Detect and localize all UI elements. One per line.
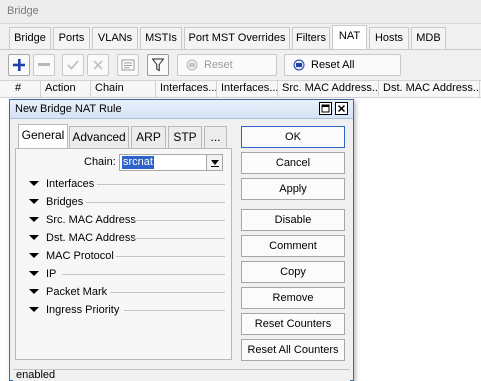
section-divider — [116, 256, 225, 257]
dialog-tab-more[interactable]: ... — [204, 126, 227, 148]
disable-button[interactable] — [87, 54, 109, 76]
reset-all-counters-icon — [293, 59, 305, 71]
enable-button[interactable] — [62, 54, 84, 76]
section-label: MAC Protocol — [46, 250, 114, 262]
close-button[interactable] — [335, 102, 348, 115]
tab-hosts[interactable]: Hosts — [369, 27, 409, 49]
section-label: Interfaces — [46, 178, 95, 190]
section-label: Src. MAC Address — [46, 214, 136, 226]
copy-button[interactable]: Copy — [241, 261, 345, 283]
x-icon — [93, 60, 103, 70]
section-divider — [134, 238, 225, 239]
expand-arrow-icon — [29, 307, 39, 312]
section-dst-mac-address[interactable]: Dst. MAC Address — [20, 231, 225, 245]
expand-arrow-icon — [29, 181, 39, 186]
section-divider — [110, 292, 225, 293]
expand-arrow-icon — [29, 217, 39, 222]
column-out-interfaces[interactable]: Interfaces... — [217, 80, 278, 98]
chain-value[interactable]: srcnat — [122, 156, 154, 169]
column-chain[interactable]: Chain — [91, 80, 156, 98]
remove-rule-button[interactable]: Remove — [241, 287, 345, 309]
minus-icon — [38, 63, 50, 66]
tab-vlans[interactable]: VLANs — [92, 27, 138, 49]
dialog-tab-arp[interactable]: ARP — [131, 126, 166, 148]
comment-button[interactable] — [117, 54, 139, 76]
chain-dropdown-button[interactable] — [206, 155, 222, 170]
ok-button[interactable]: OK — [241, 126, 345, 148]
apply-button[interactable]: Apply — [241, 178, 345, 200]
tab-mstis[interactable]: MSTIs — [140, 27, 182, 49]
expand-arrow-icon — [29, 199, 39, 204]
check-icon — [67, 60, 79, 70]
section-src-mac-address[interactable]: Src. MAC Address — [20, 213, 225, 227]
section-mac-protocol[interactable]: MAC Protocol — [20, 249, 225, 263]
tab-bridge[interactable]: Bridge — [9, 27, 51, 49]
column-action[interactable]: Action — [41, 80, 91, 98]
filter-button[interactable] — [147, 54, 169, 76]
tab-filters[interactable]: Filters — [292, 27, 330, 49]
section-label: Ingress Priority — [46, 304, 120, 316]
reset-all-counters-button[interactable]: Reset All Counters — [284, 54, 401, 91]
dialog-title: New Bridge NAT Rule — [15, 103, 122, 115]
dialog-tab-stp[interactable]: STP — [168, 126, 202, 148]
tab-mdb[interactable]: MDB — [411, 27, 446, 49]
section-divider — [62, 274, 225, 275]
section-label: Packet Mark — [46, 286, 108, 298]
note-icon — [121, 59, 135, 71]
section-label: Dst. MAC Address — [46, 232, 136, 244]
column-dst-mac[interactable]: Dst. MAC Address... — [379, 80, 480, 98]
funnel-icon — [152, 58, 164, 72]
reset-counters-icon — [186, 59, 198, 71]
chain-label: Chain: — [84, 156, 116, 168]
dialog-reset-counters-button[interactable]: Reset Counters — [241, 313, 345, 335]
dialog-status-bar — [13, 369, 350, 381]
dialog-tab-general[interactable]: General — [18, 124, 68, 149]
section-divider — [97, 184, 225, 185]
dialog-reset-all-counters-button[interactable]: Reset All Counters — [241, 339, 345, 361]
section-ingress-priority[interactable]: Ingress Priority — [20, 303, 225, 317]
section-packet-mark[interactable]: Packet Mark — [20, 285, 225, 299]
bridge-window-titlebar[interactable] — [0, 0, 481, 24]
section-label: Bridges — [46, 196, 84, 208]
section-divider — [134, 220, 225, 221]
expand-arrow-icon — [29, 235, 39, 240]
add-button[interactable] — [8, 54, 30, 76]
section-label: IP — [46, 268, 57, 280]
column-src-mac[interactable]: Src. MAC Address... — [278, 80, 379, 98]
remove-button[interactable] — [33, 54, 55, 76]
tab-port-mst-overrides[interactable]: Port MST Overrides — [184, 27, 290, 49]
reset-counters-button[interactable]: Reset Counters — [177, 54, 277, 91]
column-number[interactable]: # — [0, 80, 41, 98]
tabs-divider — [0, 49, 481, 50]
expand-arrow-icon — [29, 289, 39, 294]
cancel-button[interactable]: Cancel — [241, 152, 345, 174]
section-interfaces[interactable]: Interfaces — [20, 177, 225, 191]
status-text: enabled — [16, 369, 56, 381]
section-ip[interactable]: IP — [20, 267, 225, 281]
disable-rule-button[interactable]: Disable — [241, 209, 345, 231]
plus-icon — [13, 59, 25, 71]
expand-arrow-icon — [29, 271, 39, 276]
comment-rule-button[interactable]: Comment — [241, 235, 345, 257]
column-in-interfaces[interactable]: Interfaces... — [156, 80, 217, 98]
maximize-icon — [321, 104, 330, 113]
expand-arrow-icon — [29, 253, 39, 258]
dialog-tab-advanced[interactable]: Advanced — [69, 126, 129, 148]
chevron-down-icon — [211, 160, 219, 167]
section-bridges[interactable]: Bridges — [20, 195, 225, 209]
maximize-button[interactable] — [319, 102, 332, 115]
tab-ports[interactable]: Ports — [53, 27, 90, 49]
close-icon — [337, 104, 346, 113]
section-divider — [86, 202, 225, 203]
bridge-window-title: Bridge — [7, 5, 39, 17]
tab-nat[interactable]: NAT — [332, 25, 367, 50]
section-divider — [124, 310, 225, 311]
